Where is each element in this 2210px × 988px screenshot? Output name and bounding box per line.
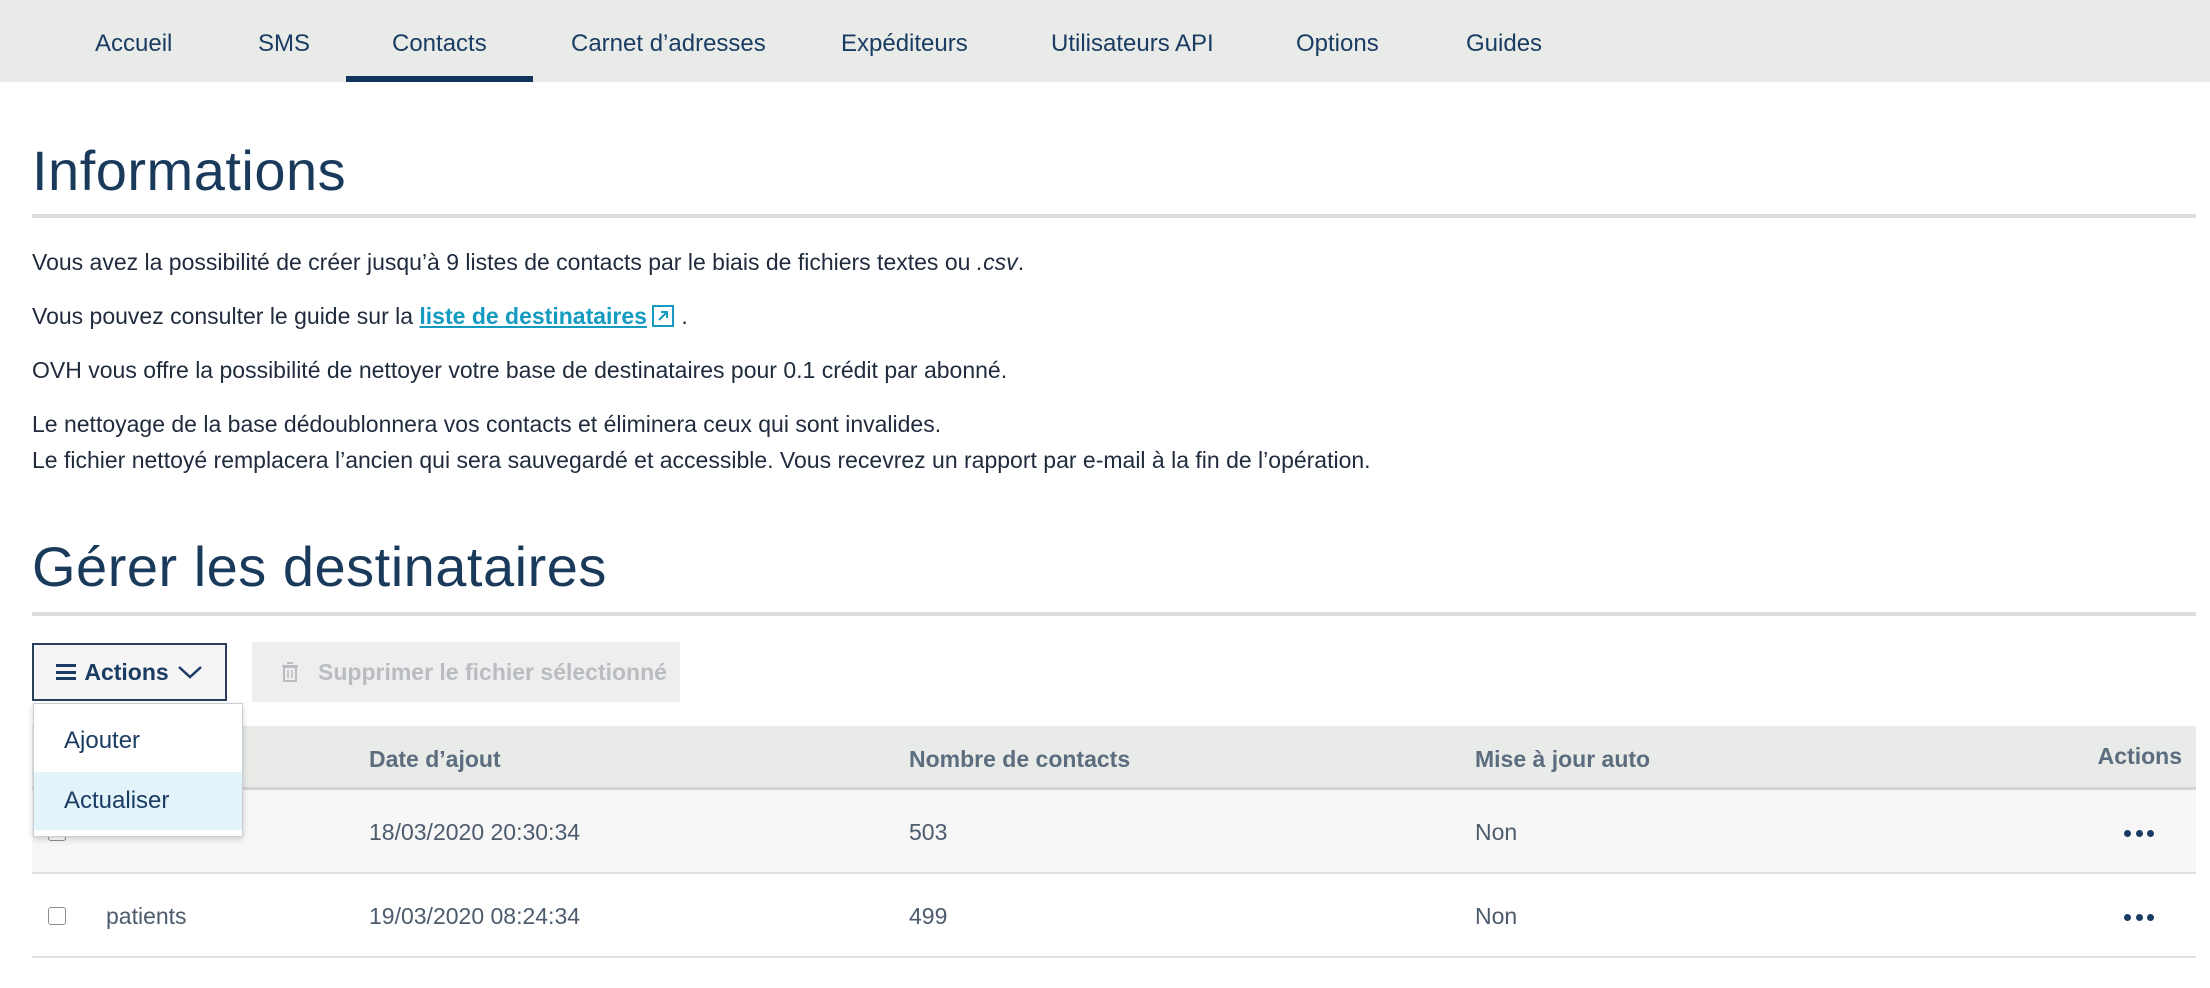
tab-contacts[interactable]: Contacts [346, 0, 533, 82]
info-paragraph-dedup: Le nettoyage de la base dédoublonnera vo… [32, 411, 942, 437]
row-name: patients [106, 903, 187, 929]
section-divider [32, 214, 2196, 218]
trash-icon [282, 662, 298, 682]
table-row: patients 19/03/2020 08:24:34 499 Non [32, 874, 2196, 958]
tab-accueil[interactable]: Accueil [95, 0, 172, 82]
actions-dropdown-button[interactable]: Actions [32, 643, 227, 701]
col-date[interactable]: Date d’ajout [369, 726, 501, 792]
actions-label: Actions [84, 658, 169, 685]
info-paragraph-lists: Vous avez la possibilité de créer jusqu’… [32, 244, 1024, 280]
external-link-icon[interactable] [651, 304, 675, 328]
delete-label: Supprimer le fichier sélectionné [318, 658, 667, 685]
top-navigation: Accueil SMS Contacts Carnet d’adresses E… [0, 0, 2210, 82]
col-auto-update[interactable]: Mise à jour auto [1475, 726, 1650, 792]
hamburger-icon [56, 664, 77, 680]
chevron-down-icon [177, 666, 202, 679]
manage-recipients-heading: Gérer les destinataires [32, 535, 607, 598]
section-divider [32, 612, 2196, 616]
info-text-csv: .csv [976, 249, 1018, 275]
info-text: . [674, 303, 688, 329]
info-paragraph-report: Le fichier nettoyé remplacera l’ancien q… [32, 447, 1371, 473]
col-count[interactable]: Nombre de contacts [909, 726, 1130, 792]
row-date: 18/03/2020 20:30:34 [369, 819, 581, 845]
tab-options[interactable]: Options [1296, 0, 1379, 82]
tab-expediteurs[interactable]: Expéditeurs [841, 0, 968, 82]
menu-item-ajouter[interactable]: Ajouter [34, 712, 242, 770]
info-paragraph-cleaning: OVH vous offre la possibilité de nettoye… [32, 357, 1008, 383]
info-text: . [1017, 249, 1025, 275]
more-options-icon[interactable] [2124, 830, 2154, 838]
table-row: 18/03/2020 20:30:34 503 Non [32, 790, 2196, 874]
row-auto-update: Non [1475, 903, 1518, 929]
info-paragraph-guide: Vous pouvez consulter le guide sur la li… [32, 298, 688, 334]
row-auto-update: Non [1475, 819, 1518, 845]
actions-dropdown-menu: Ajouter Actualiser [33, 703, 243, 837]
col-actions: Actions [2097, 743, 2182, 769]
guide-link[interactable]: liste de destinataires [419, 303, 647, 329]
menu-item-actualiser[interactable]: Actualiser [34, 772, 242, 830]
row-count: 503 [909, 819, 948, 845]
informations-heading: Informations [32, 139, 347, 202]
info-text: Vous avez la possibilité de créer jusqu’… [32, 249, 977, 275]
row-count: 499 [909, 903, 948, 929]
more-options-icon[interactable] [2124, 914, 2154, 922]
table-header: Date d’ajout Nombre de contacts Mise à j… [32, 726, 2196, 790]
tab-carnet-adresses[interactable]: Carnet d’adresses [571, 0, 766, 82]
tab-sms[interactable]: SMS [258, 0, 310, 82]
info-text: Vous pouvez consulter le guide sur la [32, 303, 420, 329]
delete-selected-file-button[interactable]: Supprimer le fichier sélectionné [252, 642, 680, 702]
row-checkbox[interactable] [48, 907, 66, 925]
row-date: 19/03/2020 08:24:34 [369, 903, 581, 929]
tab-guides[interactable]: Guides [1466, 0, 1542, 82]
tab-utilisateurs-api[interactable]: Utilisateurs API [1051, 0, 1214, 82]
